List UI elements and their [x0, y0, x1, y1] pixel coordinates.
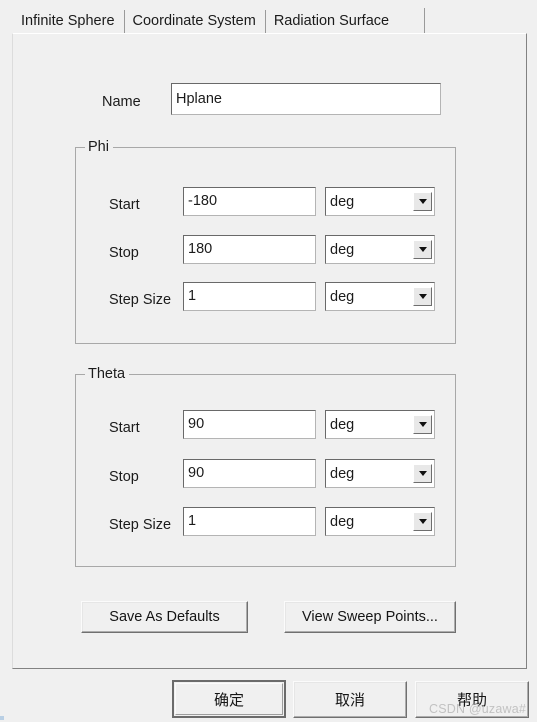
- view-sweep-points-button[interactable]: View Sweep Points...: [284, 601, 456, 633]
- name-input[interactable]: Hplane: [171, 83, 441, 115]
- chevron-down-icon[interactable]: [413, 512, 432, 531]
- phi-stop-unit-combo[interactable]: deg: [325, 235, 435, 264]
- save-as-defaults-button[interactable]: Save As Defaults: [81, 601, 248, 633]
- theta-stop-label: Stop: [109, 469, 139, 485]
- theta-stop-unit-value: deg: [330, 465, 355, 482]
- tab-radiation-surface[interactable]: Radiation Surface: [264, 8, 399, 34]
- theta-start-value: 90: [188, 416, 205, 433]
- phi-start-unit-combo[interactable]: deg: [325, 187, 435, 216]
- phi-group: Phi Start -180 deg Stop 180 deg Step Siz…: [75, 139, 456, 344]
- phi-start-input[interactable]: -180: [183, 187, 316, 216]
- theta-step-size-unit-combo[interactable]: deg: [325, 507, 435, 536]
- phi-step-size-label: Step Size: [109, 292, 172, 308]
- phi-start-label: Start: [109, 197, 140, 213]
- help-button[interactable]: 帮助: [415, 681, 529, 718]
- theta-step-size-input[interactable]: 1: [183, 507, 316, 536]
- view-sweep-points-label: View Sweep Points...: [302, 609, 438, 625]
- chevron-down-icon[interactable]: [413, 240, 432, 259]
- help-button-label: 帮助: [456, 691, 487, 709]
- theta-stop-value: 90: [188, 465, 205, 482]
- theta-group-title: Theta: [85, 366, 130, 382]
- phi-start-unit-value: deg: [330, 193, 355, 210]
- name-input-value: Hplane: [176, 90, 222, 107]
- infinite-sphere-panel: Name Hplane Phi Start -180 deg Stop 180 …: [12, 33, 527, 669]
- chevron-down-icon[interactable]: [413, 415, 432, 434]
- tab-strip-end-divider: [424, 8, 425, 33]
- tab-bar: Infinite Sphere Coordinate System Radiat…: [12, 6, 399, 34]
- theta-stop-unit-combo[interactable]: deg: [325, 459, 435, 488]
- ok-button[interactable]: 确定: [172, 680, 286, 718]
- theta-step-size-value: 1: [188, 513, 197, 530]
- phi-stop-unit-value: deg: [330, 241, 355, 258]
- theta-start-unit-value: deg: [330, 416, 355, 433]
- theta-stop-input[interactable]: 90: [183, 459, 316, 488]
- phi-step-size-unit-combo[interactable]: deg: [325, 282, 435, 311]
- tab-infinite-sphere[interactable]: Infinite Sphere: [12, 8, 125, 34]
- phi-stop-input[interactable]: 180: [183, 235, 316, 264]
- phi-step-size-input[interactable]: 1: [183, 282, 316, 311]
- ok-button-label: 确定: [213, 690, 244, 709]
- phi-start-value: -180: [188, 193, 218, 210]
- tab-label: Radiation Surface: [273, 13, 390, 29]
- phi-step-size-value: 1: [188, 288, 197, 305]
- theta-step-size-unit-value: deg: [330, 513, 355, 530]
- save-as-defaults-label: Save As Defaults: [109, 609, 220, 625]
- tab-label: Coordinate System: [132, 13, 256, 29]
- theta-step-size-label: Step Size: [109, 517, 172, 533]
- tab-coordinate-system[interactable]: Coordinate System: [123, 8, 265, 34]
- phi-stop-label: Stop: [109, 245, 139, 261]
- phi-stop-value: 180: [188, 241, 213, 258]
- phi-step-size-unit-value: deg: [330, 288, 355, 305]
- theta-start-unit-combo[interactable]: deg: [325, 410, 435, 439]
- tab-label: Infinite Sphere: [21, 13, 115, 29]
- chevron-down-icon[interactable]: [413, 464, 432, 483]
- chevron-down-icon[interactable]: [413, 287, 432, 306]
- name-label: Name: [102, 94, 141, 110]
- corner-marker: [0, 716, 4, 720]
- phi-group-title: Phi: [85, 139, 113, 155]
- theta-group: Theta Start 90 deg Stop 90 deg Step Size…: [75, 366, 456, 567]
- theta-start-label: Start: [109, 420, 140, 436]
- theta-start-input[interactable]: 90: [183, 410, 316, 439]
- cancel-button[interactable]: 取消: [293, 681, 407, 718]
- chevron-down-icon[interactable]: [413, 192, 432, 211]
- cancel-button-label: 取消: [334, 691, 365, 709]
